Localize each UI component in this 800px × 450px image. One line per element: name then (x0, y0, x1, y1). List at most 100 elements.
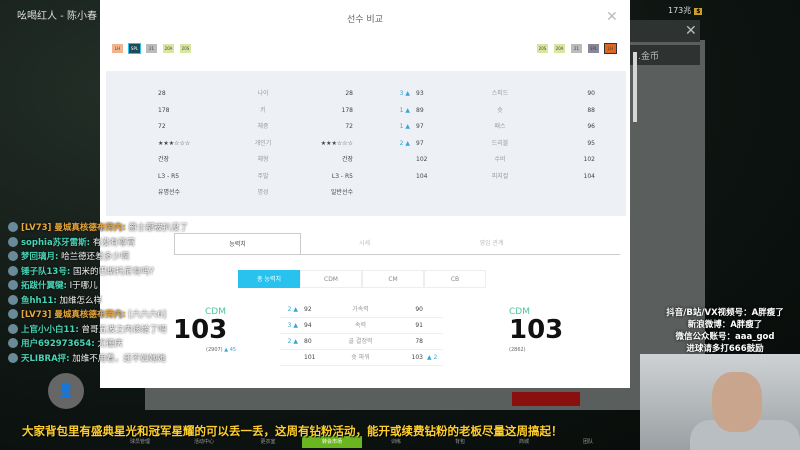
season-badge[interactable]: 20S (180, 44, 191, 53)
stream-banner: 大家背包里有盛典星光和冠军星耀的可以丢一丢，这周有钻粉活动，能开或续费钻粉的老板… (22, 424, 563, 438)
stat-diff: 2 ▲ (390, 136, 410, 152)
chat-text: 国米的巴斯托尼有吗? (72, 266, 154, 277)
chat-text: 加维怎么样 (59, 295, 103, 306)
info-row: ★★★☆☆☆ 개인기 ★★★☆☆☆ (158, 136, 353, 152)
game-close-icon[interactable]: ✕ (685, 23, 697, 39)
right-value: 78 (415, 338, 423, 345)
right-diff (423, 302, 443, 317)
up-arrow-icon: ▲ (224, 347, 229, 353)
season-badge[interactable]: 20S (537, 44, 548, 53)
chat-username: 上官小小白11: (21, 324, 79, 335)
chat-username: 梦回璃月: (21, 252, 59, 263)
webcam-face (712, 372, 762, 432)
season-badge[interactable]: LH (112, 44, 123, 53)
right-value: 90 (415, 306, 423, 313)
season-badge[interactable]: 21 (571, 44, 582, 53)
close-icon[interactable]: ✕ (606, 9, 618, 25)
right-value: 95 (587, 139, 595, 147)
chat-overlay: [LV73] 曼城真核德布劳内: 爵士都被扒没了 sophia苏牙雷斯: 有没有尊… (8, 220, 188, 365)
chat-username: 拓跋什翼犍: (21, 281, 67, 292)
stat-label: 속력 (354, 322, 367, 329)
chat-avatar (8, 309, 18, 320)
info-row: L3 - R5 주발 L3 - R5 (158, 169, 353, 185)
stat-label: 슛 (497, 106, 503, 114)
stat-label: 골 결정력 (348, 338, 373, 345)
nav-item[interactable]: 团队 (558, 436, 618, 448)
info-row: 건장 체형 건장 (158, 152, 353, 168)
tab-relations[interactable]: 영입 관계 (428, 233, 555, 254)
right-diff: ▲ 2 (423, 350, 443, 365)
chat-text: 哈兰德还差多少啊 (61, 252, 130, 263)
diff-value: 2 (287, 306, 292, 313)
stat-label: 패스 (494, 123, 506, 130)
chat-username: 锤子队13号: (21, 266, 71, 277)
chat-message: sophia苏牙雷斯: 有没有尊宵 (8, 235, 188, 250)
left-season-badges: LH SPL 21 20A 20S (112, 43, 191, 54)
left-value: 102 (416, 156, 428, 163)
left-value: 72 (158, 123, 166, 130)
chat-text: 曾哥五波之内该给了吧 (81, 324, 167, 335)
compare-tabs: 능력치 시세 영입 관계 (174, 233, 620, 255)
subtab-cb[interactable]: CB (424, 270, 486, 288)
chat-avatar (8, 280, 18, 291)
right-value: ★★★☆☆☆ (320, 139, 353, 147)
stat-row: 1 ▲ 97 패스 96 (390, 119, 595, 135)
season-badge[interactable]: SPL (128, 43, 141, 54)
user-avatar-icon[interactable]: 👤 (48, 373, 84, 409)
left-value: 94 (304, 322, 312, 329)
info-row: 178 키 178 (158, 103, 353, 119)
left-total: (2907) ▲ 45 (206, 347, 236, 353)
stat-diff (280, 350, 298, 365)
coin-label: …金币 (630, 45, 700, 65)
right-value: L3 - R5 (331, 172, 353, 180)
chat-username: 用户692973654: (21, 339, 95, 350)
right-value: 28 (345, 90, 353, 97)
season-badge[interactable]: 21 (146, 44, 157, 53)
right-value: 96 (587, 123, 595, 130)
subtab-cdm[interactable]: CDM (300, 270, 362, 288)
stat-row: 102 수비 102 (390, 152, 595, 168)
chat-text: I于哪儿 (69, 281, 98, 292)
left-value: 178 (158, 106, 170, 114)
left-value: 93 (416, 90, 424, 97)
confirm-button[interactable] (512, 392, 580, 406)
chat-username: 鱼hh11: (21, 295, 57, 306)
right-value: 91 (415, 322, 423, 329)
chat-message: 用户692973654: 尤德庆 (8, 336, 188, 351)
diff-value: 2 (287, 338, 292, 345)
diff-value: 2 (399, 139, 404, 147)
ability-row: 2 ▲ 80 골 결정력 78 (280, 334, 443, 350)
left-value: 104 (416, 172, 428, 180)
info-label: 나이 (257, 90, 269, 97)
left-total-value: (2907) (206, 347, 223, 353)
info-row: 28 나이 28 (158, 86, 353, 102)
chat-message: 天LIBRA抨: 加维不用看，还不如她她 (8, 351, 188, 366)
left-value: 97 (416, 123, 424, 130)
right-value: 일반선수 (330, 189, 353, 196)
chat-avatar (8, 236, 18, 247)
tab-stats[interactable]: 능력치 (174, 233, 301, 254)
stat-diff: 3 ▲ (390, 86, 410, 102)
chat-text: 尤德庆 (97, 339, 123, 350)
chat-message: [LV73] 曼城真核德布劳内: 爵士都被扒没了 (8, 220, 188, 235)
left-value: 유명선수 (158, 189, 181, 196)
diff-value: 3 (399, 90, 404, 97)
chat-message: 拓跋什翼犍: I于哪儿 (8, 278, 188, 293)
coin-text: 金币 (641, 52, 660, 62)
stat-label: 수비 (494, 156, 506, 163)
chat-username: [LV73] 曼城真核德布劳内: (21, 223, 126, 234)
right-value: 104 (583, 172, 595, 180)
subtab-total[interactable]: 총 능력치 (238, 270, 300, 288)
subtab-cm[interactable]: CM (362, 270, 424, 288)
right-diff (423, 334, 443, 349)
season-badge[interactable]: 20A (554, 44, 565, 53)
season-badge[interactable]: SPL (588, 44, 599, 53)
diff-value: 2 (433, 354, 438, 361)
tab-price[interactable]: 시세 (301, 233, 428, 254)
modal-scrollbar[interactable] (633, 52, 637, 122)
info-label: 개인기 (254, 139, 272, 147)
info-row: 유명선수 명성 일반선수 (158, 185, 353, 201)
chat-message: 梦回璃月: 哈兰德还差多少啊 (8, 249, 188, 264)
season-badge[interactable]: LH (604, 43, 617, 54)
season-badge[interactable]: 20A (163, 44, 174, 53)
